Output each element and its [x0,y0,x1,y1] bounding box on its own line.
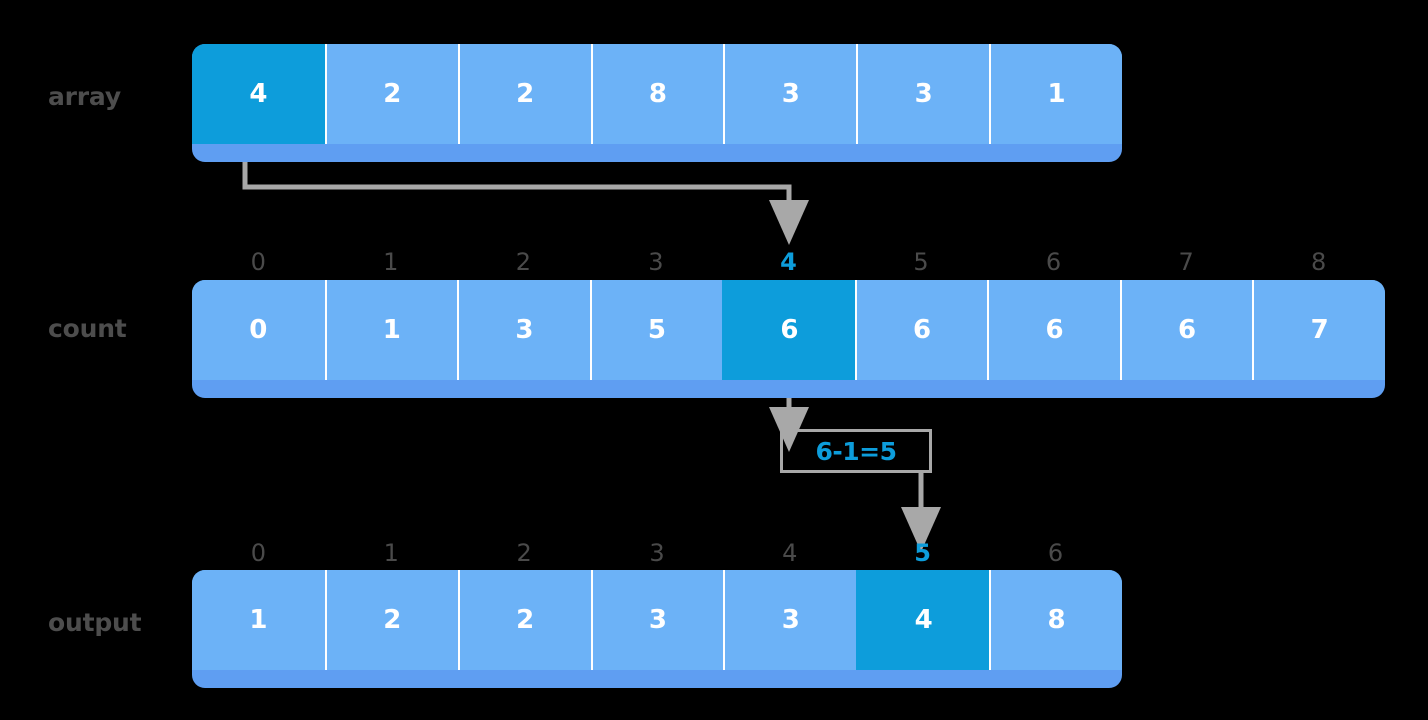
output-index-0: 0 [250,539,267,567]
output-cells: 1223348 [192,570,1122,670]
count-index-5: 5 [913,248,929,276]
count-index-4: 4 [780,248,797,276]
count-index-7: 7 [1178,248,1194,276]
output-cell-2: 2 [457,570,591,670]
output-index-3: 3 [649,539,665,567]
array-cell-0: 4 [192,44,325,144]
count-band: 013566667 [192,280,1385,398]
count-cells: 013566667 [192,280,1385,380]
output-cell-1: 2 [324,570,458,670]
output-cell-5: 4 [856,570,990,670]
output-index-1: 1 [383,539,399,567]
output-index-ruler: 0 1 2 3 4 5 6 [192,531,1122,565]
count-index-6: 6 [1045,248,1062,276]
array-cell-2: 2 [457,44,591,144]
array-band: 4228331 [192,44,1122,162]
count-cell-3: 5 [589,280,723,380]
output-cell-4: 3 [723,570,857,670]
output-cell-6: 8 [989,570,1122,670]
array-cell-1: 2 [324,44,458,144]
count-index-2: 2 [515,248,531,276]
row-label-output: output [48,608,142,637]
count-index-0: 0 [250,248,266,276]
count-index-3: 3 [648,248,664,276]
row-label-array: array [48,82,121,111]
count-index-8: 8 [1311,248,1327,276]
count-cell-6: 6 [987,280,1120,380]
output-band: 1223348 [192,570,1122,688]
array-cell-5: 3 [856,44,990,144]
count-index-1: 1 [383,248,399,276]
array-cell-3: 8 [590,44,724,144]
count-index-ruler: 0 1 2 3 4 5 6 7 8 [192,240,1385,274]
array-cells: 4228331 [192,44,1122,144]
count-cell-5: 6 [854,280,988,380]
output-cell-3: 3 [590,570,724,670]
count-cell-7: 6 [1119,280,1253,380]
count-cell-0: 0 [192,280,325,380]
count-cell-4: 6 [722,280,855,380]
array-cell-6: 1 [989,44,1122,144]
formula-text: 6-1=5 [815,436,897,466]
row-label-count: count [48,314,127,343]
array-cell-4: 3 [723,44,857,144]
count-cell-1: 1 [324,280,458,380]
count-cell-8: 7 [1252,280,1385,380]
output-index-4: 4 [782,539,798,567]
output-cell-0: 1 [192,570,325,670]
output-index-2: 2 [516,539,532,567]
counting-sort-diagram: array 4228331 count 012345678 013566667 … [0,0,1428,720]
count-cell-2: 3 [457,280,590,380]
output-index-6: 6 [1047,539,1064,567]
formula-box: 6-1=5 [780,429,932,473]
output-index-5: 5 [914,539,931,567]
